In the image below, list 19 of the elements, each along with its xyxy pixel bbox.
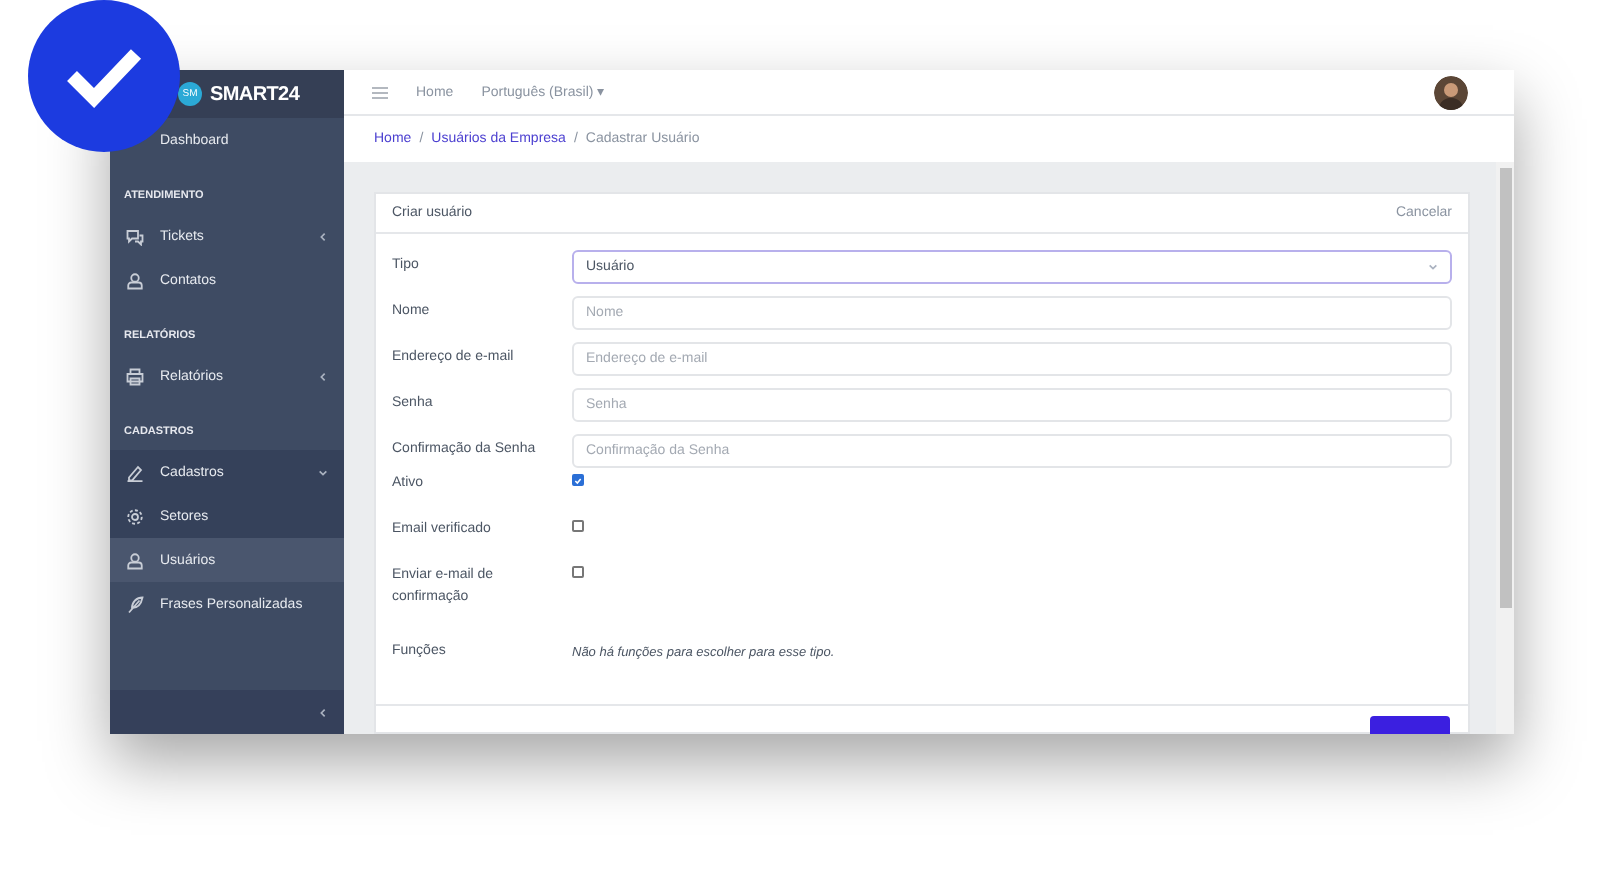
checkbox[interactable] [572,520,584,532]
pencil-icon [126,463,144,481]
contact-icon [126,271,144,289]
logo-text: SMART24 [210,83,300,105]
avatar[interactable] [1434,75,1468,109]
checkbox[interactable] [572,566,584,578]
chevron-icon [318,371,328,381]
chevron-icon [318,707,328,717]
check-icon [64,44,144,108]
feather-icon [126,595,144,613]
contact-icon [126,551,144,569]
printer-icon [126,367,144,385]
chevron-icon [318,231,328,241]
checkbox[interactable] [572,474,584,486]
chat-icon [126,227,144,245]
gear-icon [126,507,144,525]
chevron-icon [318,467,328,477]
scrollbar[interactable] [1496,162,1514,734]
chevron-icon [1428,262,1438,272]
